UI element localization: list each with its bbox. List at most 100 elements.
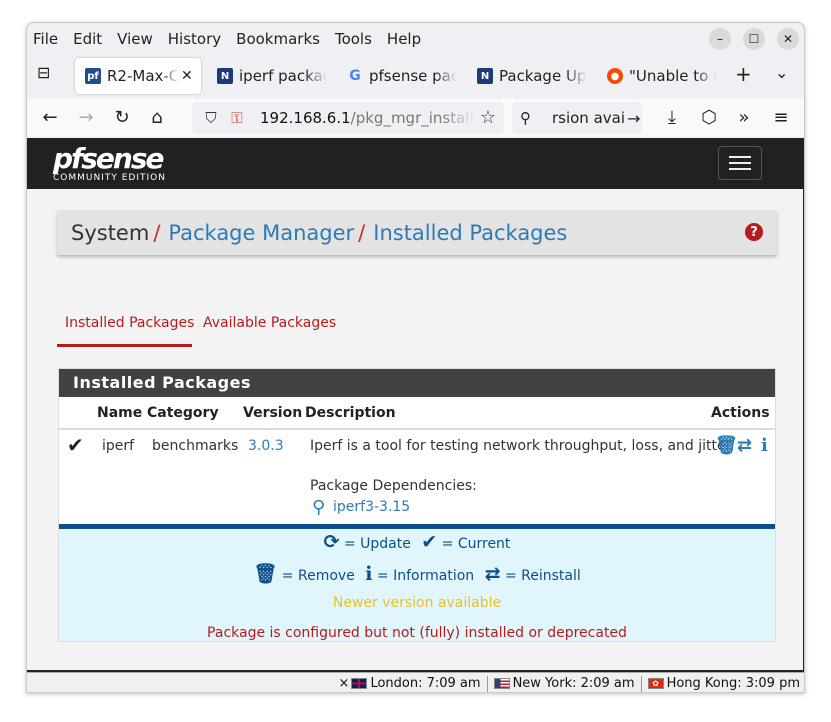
column-header-actions: Actions	[711, 405, 770, 421]
dependency-link[interactable]: iperf3-3.15	[333, 499, 410, 515]
legend-current: = Current	[441, 536, 511, 552]
breadcrumb-installed-packages[interactable]: Installed Packages	[373, 221, 567, 245]
url-text[interactable]: 192.168.6.1/pkg_mgr_installed.php	[260, 109, 474, 127]
breadcrumb-system: System	[71, 220, 150, 245]
info-icon[interactable]: i	[761, 435, 768, 456]
tab-overview-icon[interactable]: ⊟	[37, 63, 50, 82]
clock-hong-kong[interactable]: ✿ Hong Kong: 3:09 pm	[647, 676, 800, 691]
tab-reddit[interactable]: ● "Unable to r	[597, 58, 719, 94]
netgate-icon: N	[477, 68, 493, 84]
tab-google-search[interactable]: G pfsense pac	[337, 58, 459, 94]
url-bar[interactable]: ⛉ ⚿ 192.168.6.1/pkg_mgr_installed.php ☆	[192, 102, 504, 134]
url-host: 192.168.6.1	[260, 109, 351, 127]
logo-text: pfsense	[53, 142, 164, 175]
hk-flag-icon: ✿	[647, 678, 664, 689]
bookmark-star-icon[interactable]: ☆	[480, 107, 496, 128]
column-header-version: Version	[243, 405, 303, 421]
package-dependencies-label: Package Dependencies:	[310, 478, 477, 494]
package-description: Iperf is a tool for testing network thro…	[310, 438, 735, 454]
active-tab-underline	[57, 344, 192, 347]
app-menu-icon[interactable]: ≡	[770, 107, 792, 129]
clock-new-york[interactable]: New York: 2:09 am	[493, 676, 635, 691]
shield-icon[interactable]: ⛉	[200, 109, 222, 127]
tab-package-updates[interactable]: N Package Upd	[467, 58, 589, 94]
menubar: File Edit View History Bookmarks Tools H…	[27, 23, 804, 55]
tab-title: Package Upd	[499, 67, 587, 85]
check-icon: ✔	[67, 433, 84, 457]
legend-row-update-current: ⟳ = Update ✔ = Current	[59, 531, 775, 553]
google-icon: G	[349, 68, 361, 84]
status-bar: × London: 7:09 am New York: 2:09 am ✿ Ho…	[27, 672, 804, 692]
reddit-icon: ●	[607, 68, 623, 84]
tab-iperf-package[interactable]: N iperf packag	[207, 58, 329, 94]
column-header-category: Category	[147, 405, 219, 421]
panel-title: Installed Packages	[59, 369, 775, 397]
back-icon[interactable]: ←	[39, 107, 61, 129]
netgate-icon: N	[217, 68, 233, 84]
package-name: iperf	[102, 438, 135, 454]
home-icon[interactable]: ⌂	[146, 107, 168, 129]
tab-title: R2-Max-Cl	[107, 67, 179, 85]
menu-bookmarks[interactable]: Bookmarks	[236, 30, 320, 48]
menu-history[interactable]: History	[168, 30, 221, 48]
page-content: pfsense COMMUNITY EDITION System / Packa…	[27, 138, 804, 692]
maximize-button[interactable]: ☐	[743, 28, 765, 50]
header-divider	[59, 428, 775, 430]
paperclip-icon: ⚲	[312, 497, 326, 518]
forward-icon[interactable]: →	[75, 107, 97, 129]
close-window-button[interactable]: ✕	[777, 28, 799, 50]
clock-london[interactable]: London: 7:09 am	[351, 676, 481, 691]
hamburger-menu-button[interactable]	[718, 146, 762, 180]
menu-view[interactable]: View	[117, 30, 153, 48]
tab-list-chevron-icon[interactable]: ⌄	[775, 63, 788, 82]
refresh-icon: ⟳	[323, 531, 340, 553]
pfsense-logo[interactable]: pfsense COMMUNITY EDITION	[53, 142, 166, 184]
overflow-chevron-icon[interactable]: »	[733, 107, 755, 129]
tab-r2-max[interactable]: pf R2-Max-Cl ✕	[75, 58, 201, 94]
search-bar[interactable]: ⚲ rsion avai →	[512, 102, 642, 134]
legend-update: = Update	[343, 536, 411, 552]
clock-divider	[640, 675, 642, 692]
column-header-name: Name	[97, 405, 143, 421]
navigation-bar: ← → ↻ ⌂ ⛉ ⚿ 192.168.6.1/pkg_mgr_installe…	[27, 99, 804, 137]
installed-packages-panel: Installed Packages Name Category Version…	[58, 368, 776, 642]
url-path: /pkg_mgr_installed.php	[350, 109, 474, 127]
close-tab-icon[interactable]: ✕	[181, 68, 193, 84]
tab-title: "Unable to r	[629, 67, 717, 85]
reinstall-icon[interactable]: ⇄	[737, 435, 752, 456]
insecure-lock-icon[interactable]: ⚿	[226, 109, 248, 127]
menu-tools[interactable]: Tools	[335, 30, 372, 48]
column-header-description: Description	[305, 405, 396, 421]
breadcrumb-separator: /	[358, 220, 366, 245]
new-tab-icon[interactable]: +	[735, 62, 752, 86]
download-icon[interactable]: ⤓	[661, 107, 683, 129]
package-category: benchmarks	[152, 438, 239, 454]
breadcrumb-separator: /	[153, 220, 161, 245]
search-input[interactable]: rsion avai	[537, 109, 625, 127]
reinstall-icon: ⇄	[484, 563, 501, 585]
breadcrumb-package-manager[interactable]: Package Manager	[168, 221, 354, 245]
info-icon: i	[365, 563, 373, 585]
menu-edit[interactable]: Edit	[73, 30, 102, 48]
extensions-icon[interactable]: ⬡	[698, 107, 720, 129]
clock-label: New York: 2:09 am	[512, 676, 635, 691]
browser-window: File Edit View History Bookmarks Tools H…	[26, 22, 805, 693]
trash-icon[interactable]: 🗑	[715, 435, 738, 456]
uk-flag-icon	[351, 678, 368, 689]
menu-file[interactable]: File	[33, 30, 58, 48]
pfsense-icon: pf	[85, 68, 101, 84]
close-clocks-icon[interactable]: ×	[339, 676, 350, 691]
reload-icon[interactable]: ↻	[111, 107, 133, 129]
package-version-link[interactable]: 3.0.3	[248, 438, 284, 454]
minimize-button[interactable]: –	[709, 28, 731, 50]
clock-divider	[486, 675, 488, 692]
check-icon: ✔	[421, 531, 438, 553]
search-go-icon[interactable]: →	[627, 109, 640, 128]
legend-remove: = Remove	[281, 568, 355, 584]
pfsense-header: pfsense COMMUNITY EDITION	[27, 138, 804, 189]
tab-installed-packages[interactable]: Installed Packages	[65, 315, 194, 331]
menu-help[interactable]: Help	[387, 30, 421, 48]
tab-available-packages[interactable]: Available Packages	[203, 315, 336, 331]
help-icon[interactable]: ?	[745, 223, 763, 241]
page-scrollbar[interactable]	[803, 138, 804, 673]
